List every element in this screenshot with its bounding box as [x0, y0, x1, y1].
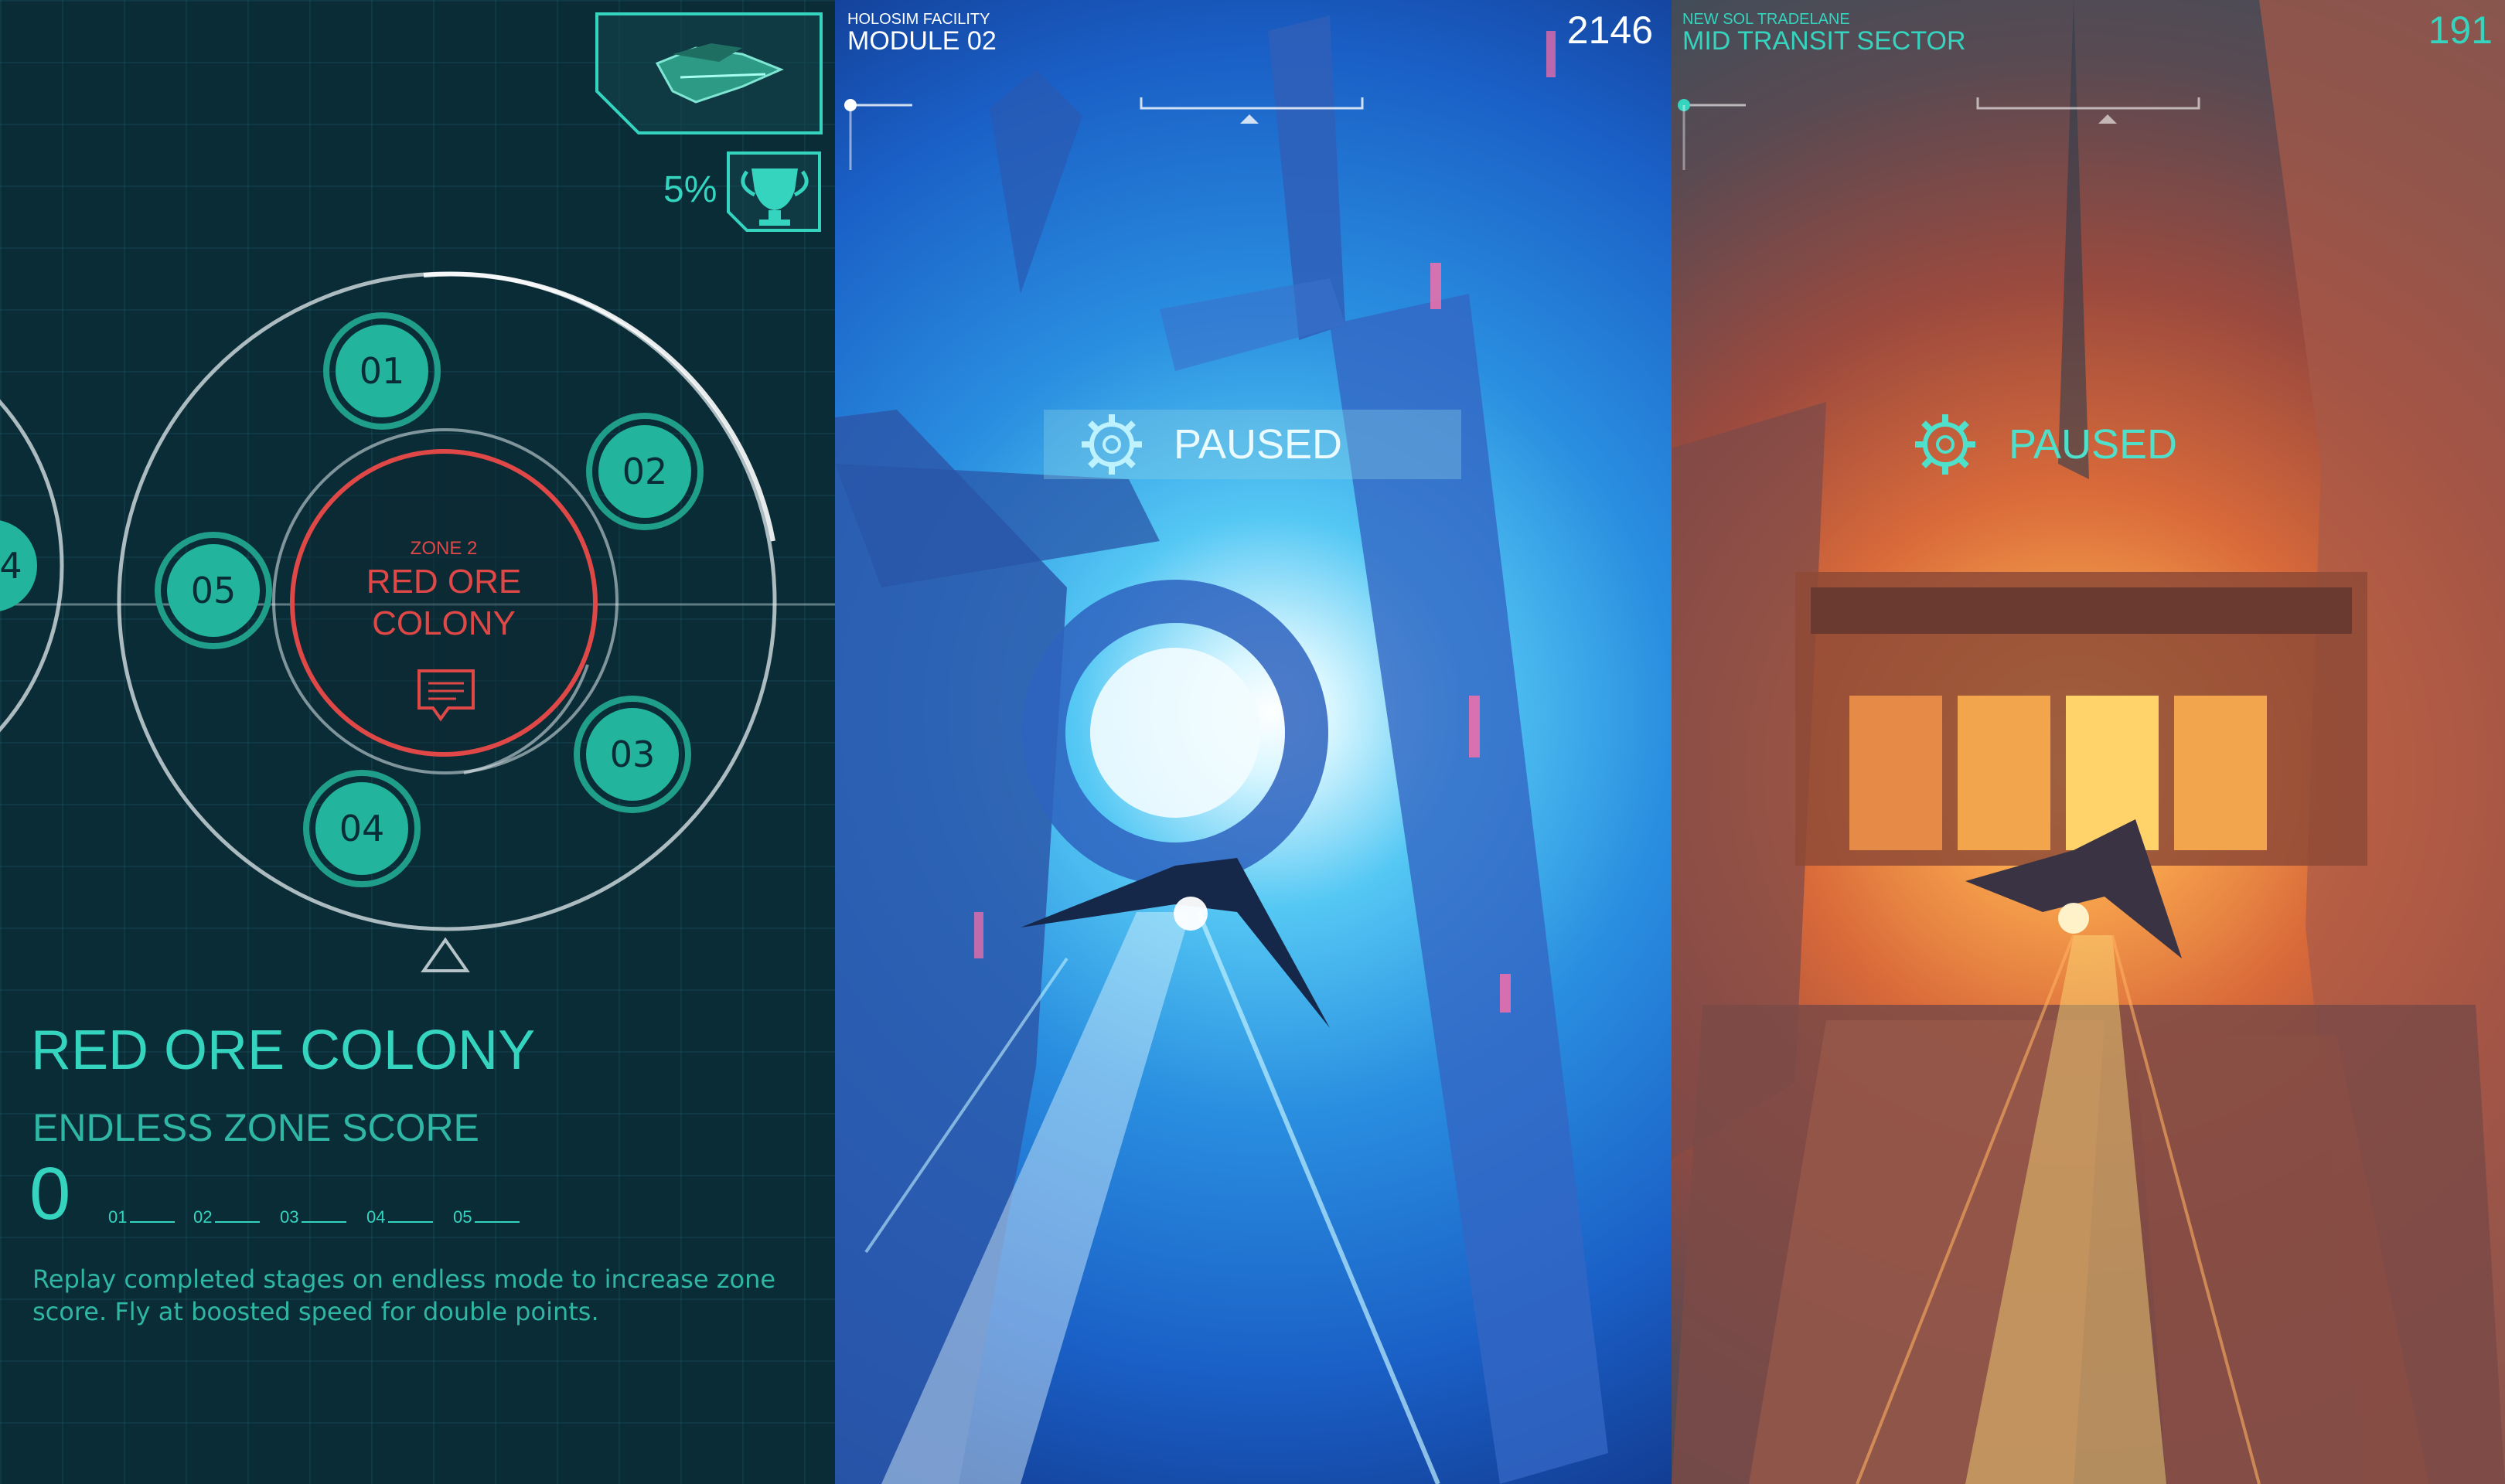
stage-slot-05-label: 05: [453, 1207, 472, 1227]
gameplay-screen-holosim: HOLOSIM FACILITY MODULE 02 2146 PAUSED: [835, 0, 1672, 1484]
stage-slot-01-label: 01: [108, 1207, 128, 1227]
zone-select-marker[interactable]: [421, 937, 470, 972]
gear-icon[interactable]: [835, 0, 1672, 1484]
stage-slot-05: 05: [453, 1207, 520, 1227]
area-name: MODULE 02: [847, 26, 997, 56]
zone-info-title: RED ORE COLONY: [31, 1019, 536, 1081]
stage-slot-02: 02: [193, 1207, 261, 1227]
stage-slot-02-label: 02: [193, 1207, 213, 1227]
screenshot-collage: 5% 01 02 03 04 05 4 ZONE 2 RED ORE COLON…: [0, 0, 2505, 1484]
gear-icon[interactable]: [1672, 0, 2505, 1484]
stage-slot-04-label: 04: [366, 1207, 386, 1227]
score-counter: 2146: [1566, 9, 1653, 52]
stage-slot-03-label: 03: [280, 1207, 299, 1227]
endless-score-value: 0: [29, 1152, 71, 1235]
stage-slot-04: 04: [366, 1207, 434, 1227]
stage-slot-03: 03: [280, 1207, 347, 1227]
stage-04-button[interactable]: 04: [315, 782, 408, 875]
log-icon[interactable]: [0, 0, 835, 773]
paused-label[interactable]: PAUSED: [1174, 420, 1342, 468]
stage-slot-01: 01: [108, 1207, 176, 1227]
gameplay-screen-tradelane: NEW SOL TRADELANE MID TRANSIT SECTOR 191…: [1672, 0, 2505, 1484]
area-name: MID TRANSIT SECTOR: [1682, 26, 1966, 56]
paused-label[interactable]: PAUSED: [2009, 420, 2177, 468]
zone-map-screen: 5% 01 02 03 04 05 4 ZONE 2 RED ORE COLON…: [0, 0, 835, 1484]
endless-score-label: ENDLESS ZONE SCORE: [32, 1106, 479, 1149]
zone-description-line1: Replay completed stages on endless mode …: [32, 1264, 776, 1294]
score-counter: 191: [2428, 9, 2493, 52]
zone-description-line2: score. Fly at boosted speed for double p…: [32, 1297, 599, 1326]
